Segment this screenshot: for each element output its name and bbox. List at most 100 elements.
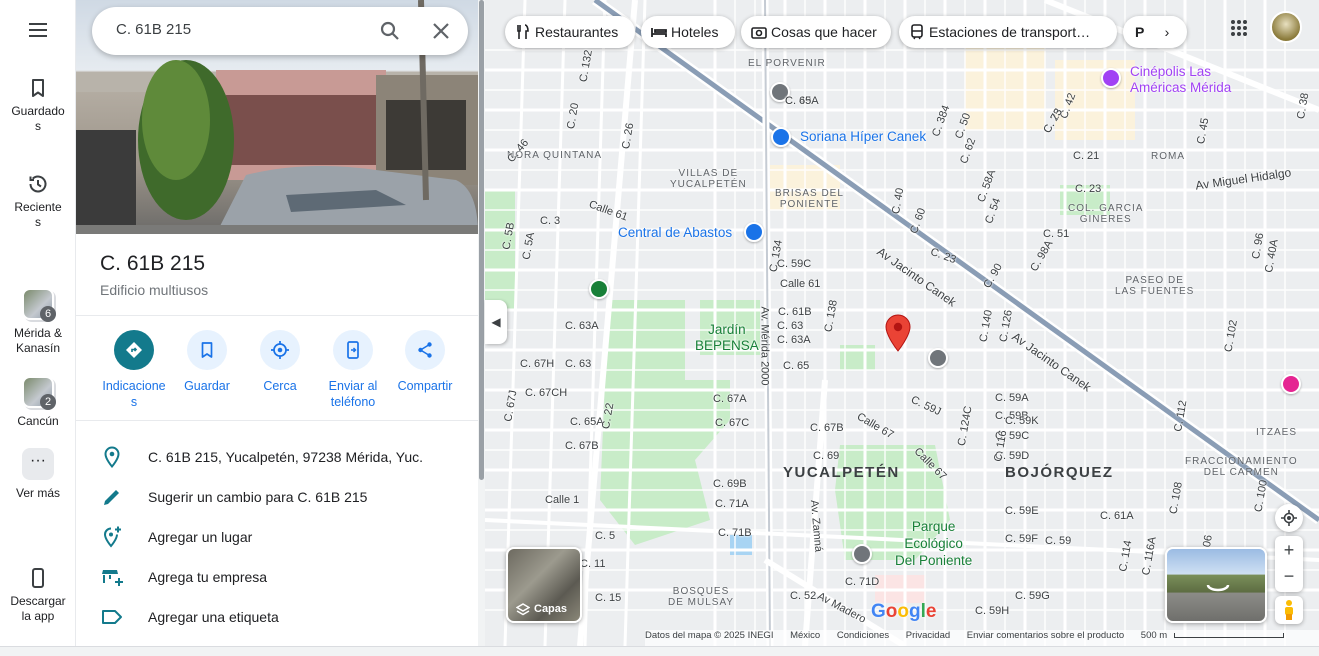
directions-button[interactable]: Indicacione s <box>98 330 170 410</box>
chip-restaurants[interactable]: Restaurantes <box>505 16 635 48</box>
share-icon <box>418 342 432 358</box>
directions-icon <box>126 342 142 358</box>
hotel-poi-icon[interactable] <box>1281 374 1301 394</box>
bottom-bar <box>0 646 1319 656</box>
chip-things-to-do[interactable]: Cosas que hacer <box>741 16 891 48</box>
divider <box>76 315 478 316</box>
divider <box>76 420 478 421</box>
street-label: C. 63 <box>777 320 804 332</box>
account-avatar[interactable] <box>1270 11 1302 43</box>
directions-circle <box>114 330 154 370</box>
zoom-in-button[interactable]: + <box>1275 536 1303 564</box>
street-label: C. 59H <box>975 605 1010 617</box>
my-location-icon <box>1281 510 1297 526</box>
add-label-row[interactable]: Agregar una etiqueta <box>76 597 478 637</box>
chip-hotels-label: Hoteles <box>671 24 719 40</box>
chip-parking[interactable]: P › <box>1123 16 1187 48</box>
more-label: Ver más <box>15 486 60 500</box>
transit-icon <box>911 24 923 40</box>
street-label: C. 69 <box>813 450 840 462</box>
add-business-row[interactable]: Agrega tu empresa <box>76 557 478 597</box>
chip-hotels[interactable]: Hoteles <box>641 16 735 48</box>
park-poi-icon[interactable] <box>589 279 609 299</box>
hotel-icon <box>651 28 667 37</box>
scale-label[interactable]: 500 m <box>1141 630 1167 641</box>
camera-icon <box>751 27 767 39</box>
street-label: C. 63A <box>777 334 811 346</box>
close-icon[interactable] <box>429 19 453 43</box>
download-app-button[interactable]: Descargar la app <box>0 566 76 624</box>
street-label: C. 67CH <box>525 387 568 399</box>
recent-button[interactable]: Reciente s <box>0 172 76 230</box>
save-button[interactable]: Guardar <box>171 330 243 394</box>
map-canvas[interactable]: Restaurantes Hoteles Cosas que hacer Est… <box>485 0 1319 646</box>
collapse-panel-button[interactable]: ◀ <box>485 300 507 344</box>
shopping-poi-icon[interactable] <box>744 222 764 242</box>
saved-button[interactable]: Guardado s <box>0 76 76 134</box>
layers-label: Capas <box>534 603 568 615</box>
street-label: C. 71A <box>715 498 749 510</box>
street-label: C. 59K <box>1005 415 1039 427</box>
send-to-phone-button[interactable]: Enviar al teléfono <box>317 330 389 410</box>
search-input[interactable] <box>116 21 366 38</box>
layers-button[interactable]: Capas <box>506 547 582 623</box>
chip-transit[interactable]: Estaciones de transport… <box>899 16 1117 48</box>
street-label: C. 65A <box>570 416 604 428</box>
add-place-row[interactable]: Agregar un lugar <box>76 517 478 557</box>
place-category[interactable]: Edificio multiusos <box>100 282 208 298</box>
zoom-controls: + − <box>1275 536 1303 592</box>
share-label: Compartir <box>397 379 453 393</box>
shopping-poi-icon[interactable] <box>771 127 791 147</box>
terms-link[interactable]: Condiciones <box>837 630 889 641</box>
street-label: C. 67A <box>713 393 747 405</box>
my-location-button[interactable] <box>1275 504 1303 532</box>
panel-scrollbar[interactable] <box>478 0 485 646</box>
suggest-edit-text: Sugerir un cambio para C. 61B 215 <box>148 489 368 505</box>
street-view-thumbnail[interactable] <box>1165 547 1267 623</box>
cancun-count-badge: 2 <box>40 394 56 410</box>
add-location-icon <box>103 526 121 548</box>
map-neighborhood: PASEO DE LAS FUENTES <box>1115 275 1195 297</box>
google-logo-letter: e <box>925 601 937 622</box>
privacy-link[interactable]: Privacidad <box>906 630 950 641</box>
menu-button[interactable] <box>0 18 76 46</box>
scrollbar-thumb[interactable] <box>479 0 484 480</box>
share-button[interactable]: Compartir <box>389 330 461 394</box>
street-label: Calle 1 <box>545 494 580 506</box>
street-label: C. 21 <box>1073 150 1100 162</box>
nearby-button[interactable]: Cerca <box>244 330 316 394</box>
feedback-link[interactable]: Enviar comentarios sobre el producto <box>967 630 1124 641</box>
poi-central-abastos[interactable]: Central de Abastos <box>618 225 732 240</box>
nearby-circle <box>260 330 300 370</box>
directions-label: Indicacione s <box>102 379 166 409</box>
google-logo-letter: o <box>897 601 909 622</box>
map-neighborhood: BRISAS DEL PONIENTE <box>775 188 844 210</box>
list-merida-button[interactable]: 6 Mérida & Kanasín <box>0 288 76 356</box>
cancun-thumbnail: 2 <box>22 376 56 410</box>
street-label: C. 63 <box>565 358 592 370</box>
more-button[interactable]: ··· Ver más <box>0 448 76 501</box>
send-to-phone-label: Enviar al teléfono <box>328 379 378 409</box>
address-row[interactable]: C. 61B 215, Yucalpetén, 97238 Mérida, Yu… <box>76 437 478 477</box>
add-place-text: Agregar un lugar <box>148 529 253 545</box>
poi-cinepolis[interactable]: Cinépolis Las Américas Mérida <box>1130 64 1231 96</box>
search-icon[interactable] <box>378 19 402 43</box>
selected-place-pin-icon[interactable] <box>885 314 911 352</box>
country-link[interactable]: México <box>790 630 820 641</box>
street-label: C. 5 <box>595 530 616 542</box>
map-label-yucalpeten: YUCALPETÉN <box>783 464 900 481</box>
poi-soriana[interactable]: Soriana Híper Canek <box>800 129 926 144</box>
pegman-button[interactable] <box>1275 596 1303 624</box>
poi-parque-ecologico[interactable]: Parque Ecológico Del Poniente <box>895 518 972 569</box>
school-poi-icon[interactable] <box>928 348 948 368</box>
suggest-edit-row[interactable]: Sugerir un cambio para C. 61B 215 <box>76 477 478 517</box>
chevron-right-icon[interactable]: › <box>1155 16 1179 48</box>
list-cancun-button[interactable]: 2 Cancún <box>0 376 76 429</box>
google-logo: Google <box>871 601 936 623</box>
poi-jardin-bepensa[interactable]: Jardín BEPENSA <box>695 322 759 354</box>
apps-grid-icon[interactable] <box>1229 18 1249 38</box>
map-label-bojorquez: BOJÓRQUEZ <box>1005 464 1114 481</box>
school-poi-icon[interactable] <box>852 544 872 564</box>
zoom-out-button[interactable]: − <box>1275 564 1303 592</box>
cinema-poi-icon[interactable] <box>1101 68 1121 88</box>
